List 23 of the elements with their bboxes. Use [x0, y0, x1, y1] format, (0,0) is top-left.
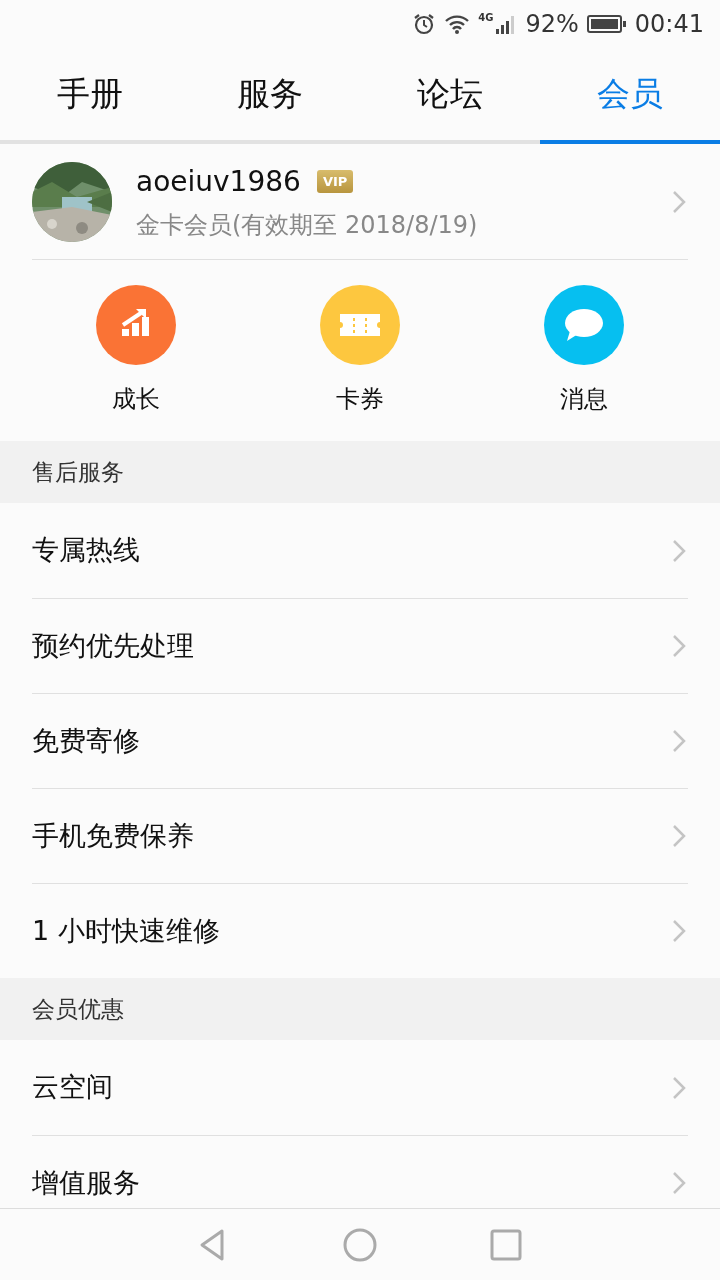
battery-icon — [586, 14, 627, 34]
home-icon[interactable] — [342, 1226, 378, 1263]
vip-badge: VIP — [316, 169, 354, 194]
shortcut-button[interactable]: 卡券 — [280, 284, 440, 417]
list-item[interactable]: 预约优先处理 — [32, 598, 688, 693]
list-item[interactable]: 手机免费保养 — [32, 788, 688, 883]
list-item[interactable]: 免费寄修 — [32, 693, 688, 788]
battery-level: 92% — [525, 9, 579, 40]
clock: 00:41 — [634, 9, 704, 40]
tab[interactable]: 服务 — [180, 48, 360, 144]
shortcut-button[interactable]: 消息 — [504, 284, 664, 417]
tab[interactable]: 论坛 — [360, 48, 540, 144]
list-item[interactable]: 云空间 — [32, 1040, 688, 1135]
membership-text: 金卡会员(有效期至 2018/8/19) — [136, 209, 479, 241]
section-header: 会员优惠 — [0, 978, 720, 1040]
section-header: 售后服务 — [0, 441, 720, 503]
tab[interactable]: 会员 — [540, 48, 720, 144]
wifi-icon — [444, 13, 471, 35]
username: aoeiuv1986 — [136, 163, 301, 200]
shortcut-button[interactable]: 成长 — [56, 284, 216, 417]
network-label: 4G — [478, 11, 494, 25]
tab[interactable]: 手册 — [0, 48, 180, 144]
list-item[interactable]: 专属热线 — [32, 503, 688, 598]
